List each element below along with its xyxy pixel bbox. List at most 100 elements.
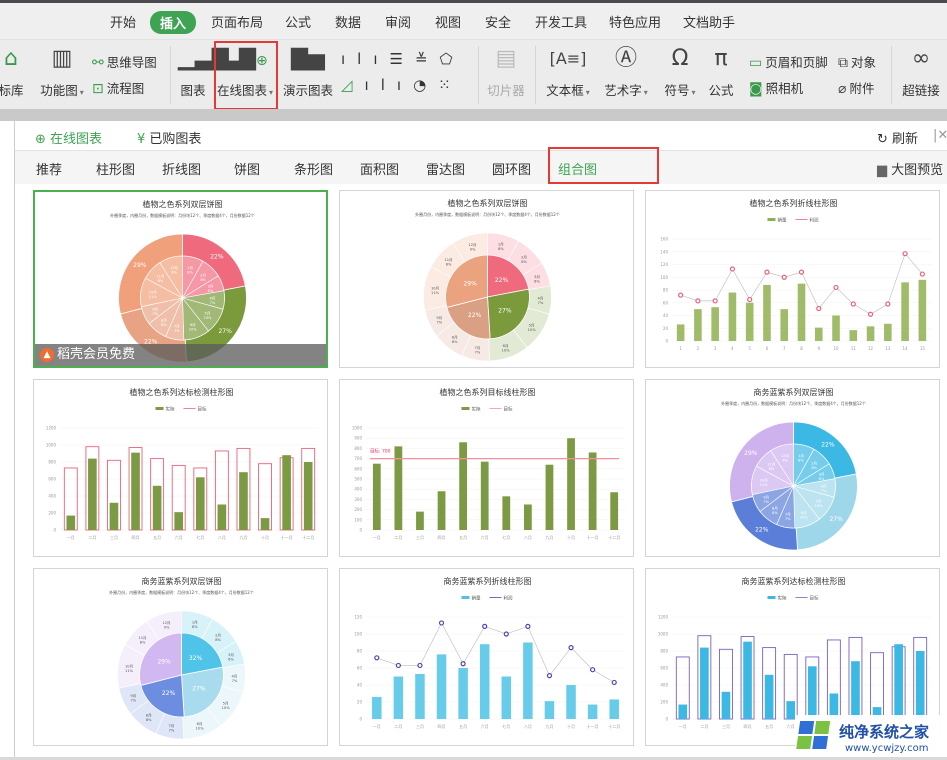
x-tick-label: 三月 (722, 724, 730, 729)
symbol-button[interactable]: Ω 符号 ▾ (660, 44, 700, 99)
category-radar[interactable]: 雷达图 (426, 159, 465, 178)
refresh-label: 刷新 (892, 132, 919, 147)
x-tick-label: 一月 (373, 535, 381, 540)
line-point (695, 298, 701, 304)
badge-label: 稻壳会员免费 (57, 347, 136, 362)
function-chart-button[interactable]: ▥ 功能图 ▾ (36, 44, 88, 99)
x-tick-label: 三月 (416, 535, 424, 540)
slice-value: 7% (785, 517, 791, 521)
slice-label: 11月 (767, 462, 775, 467)
category-column[interactable]: 柱形图 (96, 159, 135, 178)
spreadsheet-grid[interactable] (0, 121, 15, 757)
object-button[interactable]: ⧉ 对象 (838, 52, 876, 71)
radar-chart-icon[interactable]: ⬠ (440, 50, 465, 68)
category-pie[interactable]: 饼图 (234, 159, 260, 178)
chart-template-card[interactable]: 商务蓝紫系列双层饼图 外圈月份，内圈季度，数据模板说明：月份块12个、季度数据4个… (33, 568, 328, 746)
legend-label: 销量 (778, 217, 787, 224)
tab-formula[interactable]: 公式 (285, 12, 311, 31)
bar-chart-icon[interactable]: ☰ (390, 50, 415, 68)
bar (609, 699, 619, 719)
x-tick-label: 七月 (502, 534, 510, 540)
slice-label: 22% (821, 441, 835, 448)
y-tick-label: 40 (663, 313, 669, 318)
attachment-button[interactable]: ⌀ 附件 (838, 78, 874, 97)
hyperlink-button[interactable]: ∞ 超链接 (899, 44, 943, 99)
chart-button[interactable]: ▁▃▇ 图表 (178, 44, 229, 99)
chart-type-row-2[interactable]: ◿ılı◔⁙ (341, 76, 463, 94)
icon-library-button[interactable]: ⌂ 标库 (0, 44, 26, 99)
slice-label: 29% (463, 281, 477, 288)
chart-template-card[interactable]: 植物之色系列达标检测柱形图 实际 目标 0 200 400 600 800 1000 1200 一月… (33, 379, 328, 557)
bar (866, 326, 875, 341)
x-tick-label: 11 (851, 346, 857, 351)
line-point (747, 296, 753, 303)
category-bar[interactable]: 条形图 (294, 159, 333, 178)
chart-thumbnail: 商务蓝紫系列双层饼图外圈月份，内圈季度，数据模板说明：月份块12个、季度数据4个… (109, 576, 254, 740)
chart-type-row-1[interactable]: ılı☰≚⬠ (341, 50, 465, 68)
mind-map-button[interactable]: ⚯ 思维导图 (92, 52, 157, 71)
line-chart-icon[interactable]: ≚ (415, 50, 440, 68)
pie-chart-icon[interactable]: ◔ (413, 76, 438, 94)
category-area[interactable]: 面积图 (360, 159, 399, 178)
highlight-box (214, 41, 278, 110)
close-button[interactable]: |✕ (933, 128, 947, 143)
slice-label: 2月 (200, 272, 206, 277)
y-tick-label: 120 (354, 615, 362, 620)
y-tick-label: 1000 (352, 426, 363, 431)
camera-button[interactable]: ◙ 照相机 (749, 78, 803, 97)
category-line[interactable]: 折线图 (162, 159, 201, 178)
x-tick-label: 10 (833, 346, 839, 351)
area-chart-icon[interactable]: ◿ (341, 76, 365, 94)
watermark-logo: 纯净系统之家 www.ycwjzy.com (795, 715, 947, 757)
chart-template-card[interactable]: 植物之色系列双层饼图 外圈季度，内圈月份，数据模板说明：月份块12个、季度数据4个… (33, 190, 328, 368)
y-tick-label: 100 (660, 275, 668, 280)
y-tick-label: 0 (359, 717, 362, 722)
flowchart-button[interactable]: ⊡ 流程图 (92, 78, 144, 97)
tab-features[interactable]: 特色应用 (609, 12, 661, 31)
refresh-button[interactable]: ↻ 刷新 (877, 128, 918, 147)
tab-page-layout[interactable]: 页面布局 (211, 12, 263, 31)
y-tick-label: 800 (660, 649, 668, 654)
tab-doc-assistant[interactable]: 文档助手 (683, 12, 735, 31)
category-doughnut[interactable]: 圆环图 (492, 159, 531, 178)
tab-review[interactable]: 审阅 (385, 12, 411, 31)
chart-thumbnail: 植物之色系列双层饼图外圈月份，内圈季度，数据模板说明：月份块12个、季度数据4个… (415, 198, 560, 362)
scatter-chart-icon[interactable]: ⁙ (438, 76, 463, 94)
wordart-button[interactable]: Ⓐ 艺术字 ▾ (601, 44, 651, 99)
chart-template-card[interactable]: 植物之色系列目标线柱形图 实际 目标 0 100 200 300 400 500 600 700 80… (339, 379, 634, 557)
tab-insert[interactable]: 插入 (150, 11, 197, 34)
tab-developer[interactable]: 开发工具 (535, 12, 587, 31)
category-recommended[interactable]: 推荐 (36, 159, 62, 178)
bar (437, 491, 446, 530)
line-point (374, 655, 380, 661)
large-preview-toggle[interactable]: ▆ 大图预览 (877, 159, 943, 178)
tab-view[interactable]: 视图 (435, 12, 461, 31)
header-footer-button[interactable]: ▭ 页眉和页脚 (749, 52, 828, 71)
demo-chart-button[interactable]: ▇▅ 演示图表 (283, 44, 333, 99)
slice-value: 8% (215, 638, 221, 642)
slice-value: 8% (158, 279, 164, 283)
column-chart-icon[interactable]: ılı (341, 50, 390, 68)
tab-data[interactable]: 数据 (335, 12, 361, 31)
slice-value: 8% (161, 323, 167, 327)
y-tick-label: 700 (354, 456, 362, 461)
header-footer-label: 页眉和页脚 (765, 55, 828, 70)
legend-swatch (155, 407, 164, 410)
tab-home[interactable]: 开始 (110, 12, 136, 31)
bar (501, 676, 512, 719)
textbox-button[interactable]: [A≡] 文本框 ▾ (544, 44, 592, 99)
chart-template-card[interactable]: 植物之色系列双层饼图 外圈月份，内圈季度，数据模板说明：月份块12个、季度数据4个… (339, 190, 634, 368)
object-label: 对象 (851, 55, 877, 70)
chart-template-card[interactable]: 植物之色系列折线柱形图 销量 利润 0 20 40 60 80 100 120 140 160 1 2 3 4… (645, 190, 940, 368)
camera-label: 照相机 (765, 81, 804, 96)
actual-bar (678, 704, 688, 719)
y-tick-label: 200 (48, 511, 56, 516)
tab-security[interactable]: 安全 (485, 12, 511, 31)
chart-template-card[interactable]: 商务蓝紫系列双层饼图 外圈季度，内圈月份，数据模板说明：月份块12个、季度数据4个… (645, 379, 940, 557)
combo-chart-icon[interactable]: ılı (365, 76, 414, 94)
formula-button[interactable]: π 公式 (705, 44, 737, 99)
chart-template-card[interactable]: 商务蓝紫系列折线柱形图 销量 利润 0 20 40 60 80 100 120 一月 二月 三月 四月 五月… (339, 568, 634, 746)
slice-value: 7% (436, 321, 442, 325)
x-tick-label: 五月 (765, 724, 773, 729)
tab-purchased-charts[interactable]: ¥ 已购图表 (137, 128, 201, 147)
